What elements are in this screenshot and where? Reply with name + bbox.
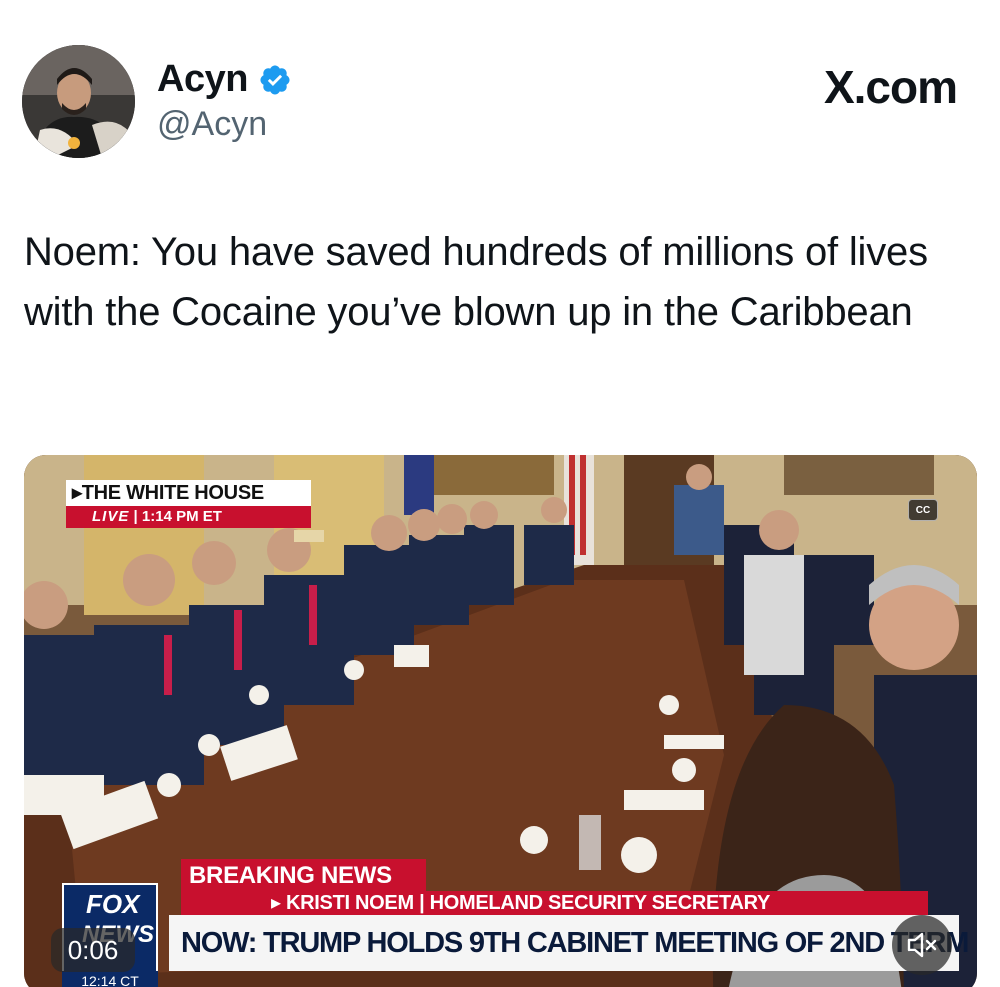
site-label: X.com (823, 61, 958, 113)
verified-badge-icon (258, 63, 292, 97)
avatar[interactable] (22, 45, 135, 158)
mute-button[interactable] (892, 915, 952, 975)
speaker-line: ▸ KRISTI NOEM | HOMELAND SECURITY SECRET… (181, 891, 928, 915)
speaker-muted-icon (907, 932, 937, 958)
live-time: 1:14 PM ET (141, 508, 222, 525)
avatar-image (22, 45, 135, 158)
breaking-news-label: BREAKING NEWS (181, 859, 426, 893)
live-separator: | (133, 508, 142, 525)
post-text: Noem: You have saved hundreds of million… (24, 230, 928, 334)
location-chyron: ▸THE WHITE HOUSE LIVE | 1:14 PM ET (66, 480, 311, 528)
live-label: LIVE (92, 508, 130, 525)
network-logo-line1: FOX (86, 889, 140, 919)
closed-captions-button[interactable]: CC (908, 499, 938, 521)
video-player[interactable]: ▸THE WHITE HOUSE LIVE | 1:14 PM ET CC BR… (24, 455, 977, 987)
name-row: Acyn (157, 58, 292, 101)
post-header: Acyn @Acyn X.com (0, 0, 1000, 190)
network-clock: 12:14 CT (62, 971, 158, 987)
location-label: ▸THE WHITE HOUSE (66, 480, 311, 506)
display-name[interactable]: Acyn (157, 58, 248, 101)
headline-bar: NOW: TRUMP HOLDS 9TH CABINET MEETING OF … (169, 915, 969, 971)
live-bar: LIVE | 1:14 PM ET (66, 506, 311, 528)
video-timestamp: 0:06 (51, 928, 135, 972)
user-handle[interactable]: @Acyn (157, 105, 267, 144)
